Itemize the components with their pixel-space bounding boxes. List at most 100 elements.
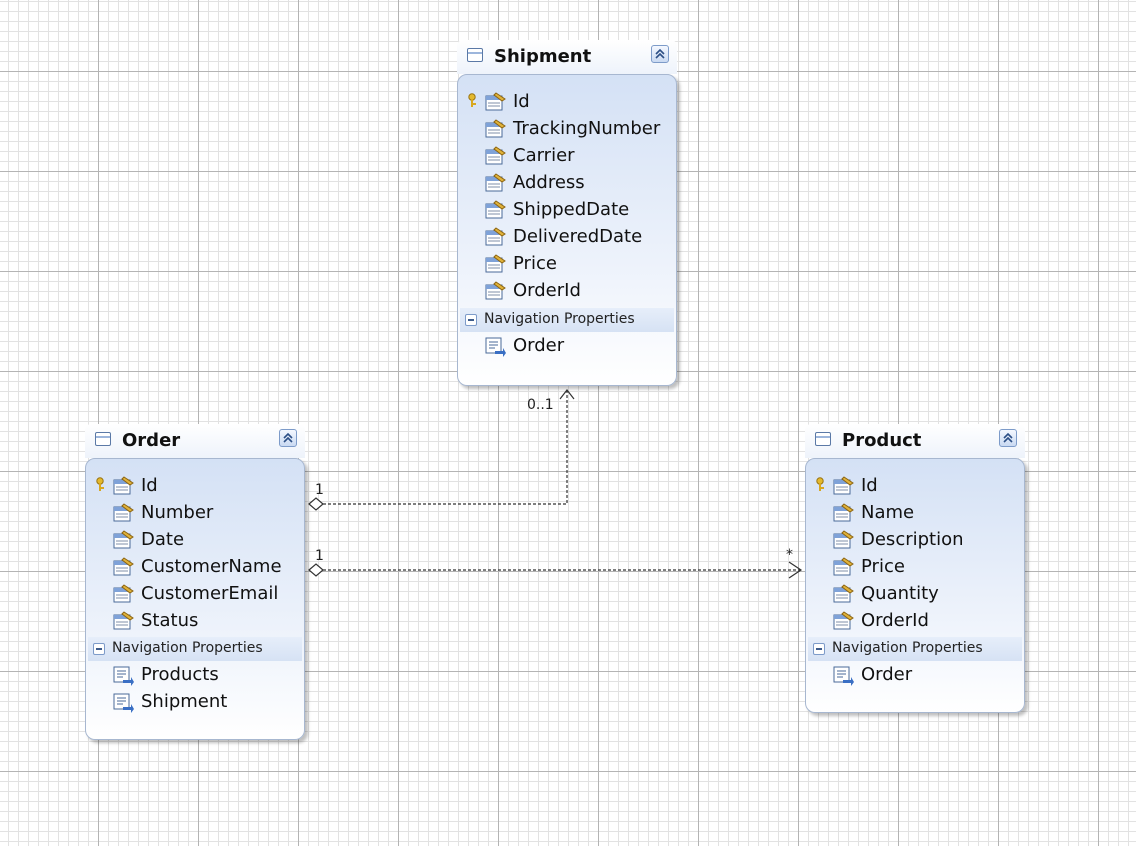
property-row[interactable]: Price xyxy=(806,555,1024,579)
property-label: Date xyxy=(141,529,185,550)
navigation-properties-section[interactable]: Navigation Properties xyxy=(88,637,302,661)
table-icon xyxy=(95,432,111,446)
entity-product[interactable]: Product Id Name Description Price Quanti… xyxy=(805,424,1025,713)
property-label: Quantity xyxy=(861,583,939,604)
multiplicity-to: 0..1 xyxy=(527,397,554,413)
minus-icon[interactable] xyxy=(813,643,825,655)
property-row[interactable]: Id xyxy=(806,474,1024,498)
navigation-property-row[interactable]: Shipment xyxy=(86,689,304,715)
property-label: Id xyxy=(861,475,878,496)
navigation-property-icon xyxy=(485,337,506,357)
section-label: Navigation Properties xyxy=(112,640,263,656)
multiplicity-from: 1 xyxy=(315,548,324,564)
diagram-canvas[interactable]: 1 0..1 1 * Shipment Id TrackingNumber Ca… xyxy=(0,0,1136,846)
property-label: Description xyxy=(861,529,964,550)
navigation-property-label: Shipment xyxy=(141,691,228,712)
property-row[interactable]: OrderId xyxy=(806,609,1024,633)
aggregation-diamond xyxy=(308,497,324,511)
property-row[interactable]: Id xyxy=(86,474,304,498)
property-label: CustomerName xyxy=(141,556,282,577)
property-row[interactable]: Date xyxy=(86,528,304,552)
property-icon xyxy=(833,611,854,630)
property-row[interactable]: Status xyxy=(86,609,304,633)
entity-body: Id TrackingNumber Carrier Address Shippe… xyxy=(457,74,677,386)
collapse-up-icon[interactable] xyxy=(651,45,669,63)
entity-body: Id Number Date CustomerName CustomerEmai… xyxy=(85,458,305,740)
navigation-property-icon xyxy=(113,693,134,713)
property-label: OrderId xyxy=(513,280,581,301)
property-label: Price xyxy=(513,253,557,274)
multiplicity-from: 1 xyxy=(315,482,324,498)
property-icon xyxy=(113,476,134,495)
property-icon xyxy=(485,254,506,273)
navigation-property-row[interactable]: Order xyxy=(806,662,1024,688)
property-label: CustomerEmail xyxy=(141,583,279,604)
association-order-shipment[interactable]: 1 0..1 xyxy=(308,389,575,511)
property-icon xyxy=(113,557,134,576)
property-row[interactable]: CustomerName xyxy=(86,555,304,579)
minus-icon[interactable] xyxy=(465,314,477,326)
property-icon xyxy=(485,146,506,165)
association-order-product[interactable]: 1 * xyxy=(308,547,803,579)
property-row[interactable]: Price xyxy=(458,252,676,276)
property-label: TrackingNumber xyxy=(513,118,661,139)
collapse-up-icon[interactable] xyxy=(279,429,297,447)
key-icon xyxy=(96,477,104,491)
navigation-properties-section[interactable]: Navigation Properties xyxy=(808,637,1022,661)
property-icon xyxy=(833,476,854,495)
minus-icon[interactable] xyxy=(93,643,105,655)
entity-shipment[interactable]: Shipment Id TrackingNumber Carrier Addre… xyxy=(457,40,677,386)
property-row[interactable]: TrackingNumber xyxy=(458,117,676,141)
property-icon xyxy=(833,557,854,576)
navigation-properties-section[interactable]: Navigation Properties xyxy=(460,308,674,332)
entity-header[interactable]: Shipment xyxy=(457,40,677,74)
property-row[interactable]: ShippedDate xyxy=(458,198,676,222)
property-icon xyxy=(113,503,134,522)
property-row[interactable]: CustomerEmail xyxy=(86,582,304,606)
entity-title: Product xyxy=(842,430,922,451)
multiplicity-to: * xyxy=(786,547,793,563)
property-row[interactable]: OrderId xyxy=(458,279,676,303)
key-icon xyxy=(816,477,824,491)
entity-header[interactable]: Order xyxy=(85,424,305,458)
property-label: Number xyxy=(141,502,214,523)
property-icon xyxy=(113,584,134,603)
navigation-property-icon xyxy=(113,666,134,686)
property-label: ShippedDate xyxy=(513,199,630,220)
navigation-property-label: Order xyxy=(861,664,913,685)
property-icon xyxy=(485,119,506,138)
property-row[interactable]: Address xyxy=(458,171,676,195)
property-label: Carrier xyxy=(513,145,575,166)
table-icon xyxy=(815,432,831,446)
property-label: Price xyxy=(861,556,905,577)
property-label: Address xyxy=(513,172,585,193)
property-label: Id xyxy=(141,475,158,496)
section-label: Navigation Properties xyxy=(484,311,635,327)
property-icon xyxy=(113,530,134,549)
key-icon xyxy=(468,93,476,107)
property-row[interactable]: Number xyxy=(86,501,304,525)
navigation-property-label: Products xyxy=(141,664,219,685)
property-row[interactable]: Name xyxy=(806,501,1024,525)
entity-body: Id Name Description Price Quantity Order… xyxy=(805,458,1025,713)
property-row[interactable]: Description xyxy=(806,528,1024,552)
collapse-up-icon[interactable] xyxy=(999,429,1017,447)
navigation-property-row[interactable]: Order xyxy=(458,333,676,359)
table-icon xyxy=(467,48,483,62)
navigation-property-label: Order xyxy=(513,335,565,356)
aggregation-diamond xyxy=(308,563,324,577)
entity-title: Shipment xyxy=(494,46,592,67)
property-row[interactable]: Id xyxy=(458,90,676,114)
property-row[interactable]: DeliveredDate xyxy=(458,225,676,249)
navigation-property-row[interactable]: Products xyxy=(86,662,304,688)
entity-header[interactable]: Product xyxy=(805,424,1025,458)
property-label: DeliveredDate xyxy=(513,226,643,247)
property-label: OrderId xyxy=(861,610,929,631)
property-row[interactable]: Quantity xyxy=(806,582,1024,606)
property-icon xyxy=(833,503,854,522)
property-label: Status xyxy=(141,610,199,631)
property-icon xyxy=(485,92,506,111)
entity-order[interactable]: Order Id Number Date CustomerName Custom… xyxy=(85,424,305,740)
property-icon xyxy=(833,584,854,603)
property-row[interactable]: Carrier xyxy=(458,144,676,168)
